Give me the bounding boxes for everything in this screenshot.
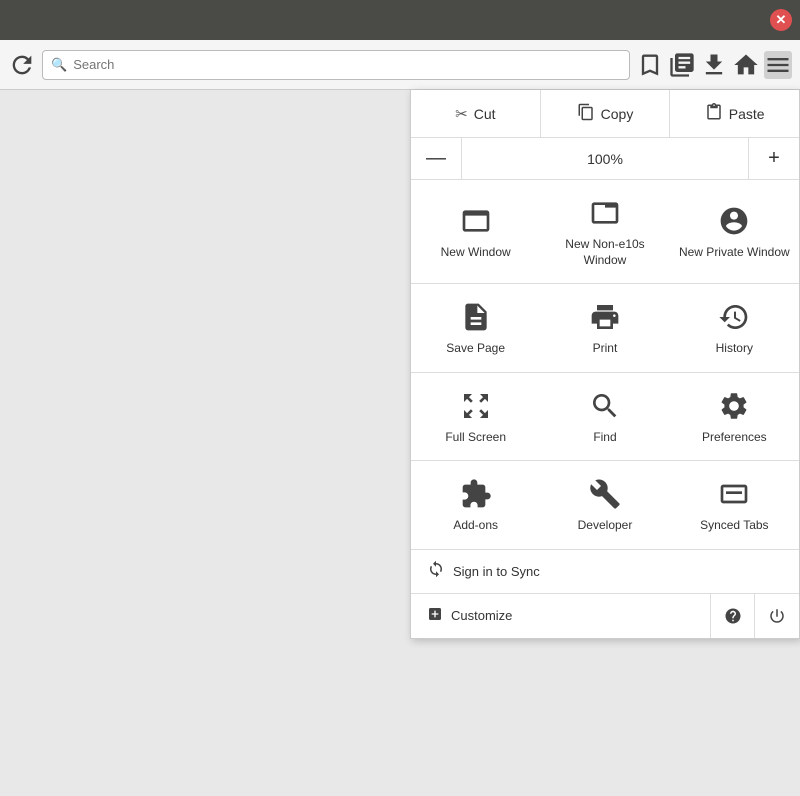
new-window-button[interactable]: New Window — [411, 180, 540, 283]
find-icon — [587, 388, 623, 424]
cut-label: Cut — [474, 106, 496, 122]
preferences-label: Preferences — [702, 430, 767, 446]
title-bar: ✕ — [0, 0, 800, 40]
zoom-in-button[interactable]: + — [749, 138, 799, 179]
copy-button[interactable]: Copy — [540, 90, 670, 137]
menu-grid-row3: Full Screen Find Preferences — [411, 373, 799, 462]
copy-icon — [577, 103, 595, 125]
synced-tabs-icon — [716, 476, 752, 512]
bookmark-button[interactable] — [636, 51, 664, 79]
paste-label: Paste — [729, 106, 765, 122]
developer-label: Developer — [578, 518, 633, 534]
sync-icon — [427, 560, 445, 583]
search-bar[interactable]: 🔍 — [42, 50, 630, 80]
add-ons-button[interactable]: Add-ons — [411, 461, 540, 549]
find-button[interactable]: Find — [540, 373, 669, 461]
full-screen-label: Full Screen — [445, 430, 506, 446]
sync-row[interactable]: Sign in to Sync — [411, 550, 799, 594]
zoom-row: — 100% + — [411, 138, 799, 180]
cut-button[interactable]: ✂ Cut — [411, 90, 540, 137]
cut-icon: ✂ — [455, 105, 468, 123]
print-label: Print — [593, 341, 618, 357]
search-icon: 🔍 — [51, 57, 67, 73]
reload-button[interactable] — [8, 51, 36, 79]
preferences-icon — [716, 388, 752, 424]
save-page-button[interactable]: Save Page — [411, 284, 540, 372]
new-window-icon — [458, 203, 494, 239]
menu-grid-row4: Add-ons Developer Syn — [411, 461, 799, 550]
print-button[interactable]: Print — [540, 284, 669, 372]
main-content: ✂ Cut Copy Paste — [0, 90, 800, 796]
paste-button[interactable]: Paste — [669, 90, 799, 137]
download-button[interactable] — [700, 51, 728, 79]
save-page-label: Save Page — [446, 341, 505, 357]
new-window-label: New Window — [441, 245, 511, 261]
paste-icon — [705, 103, 723, 125]
customize-icon — [427, 606, 443, 626]
nav-icons — [636, 51, 792, 79]
add-ons-icon — [458, 476, 494, 512]
reading-list-button[interactable] — [668, 51, 696, 79]
sync-label: Sign in to Sync — [453, 564, 540, 579]
new-non-e10s-window-label: New Non-e10s Window — [549, 237, 660, 268]
menu-grid-row1: New Window New Non-e10s Window New — [411, 180, 799, 284]
close-button[interactable]: ✕ — [770, 9, 792, 31]
menu-grid-row2: Save Page Print History — [411, 284, 799, 373]
dropdown-menu: ✂ Cut Copy Paste — [410, 90, 800, 639]
history-button[interactable]: History — [670, 284, 799, 372]
history-label: History — [716, 341, 753, 357]
full-screen-icon — [458, 388, 494, 424]
menu-button[interactable] — [764, 51, 792, 79]
edit-row: ✂ Cut Copy Paste — [411, 90, 799, 138]
new-non-e10s-window-icon — [587, 195, 623, 231]
synced-tabs-button[interactable]: Synced Tabs — [670, 461, 799, 549]
customize-label: Customize — [451, 608, 512, 623]
new-non-e10s-window-button[interactable]: New Non-e10s Window — [540, 180, 669, 283]
new-private-window-label: New Private Window — [679, 245, 790, 261]
preferences-button[interactable]: Preferences — [670, 373, 799, 461]
home-button[interactable] — [732, 51, 760, 79]
zoom-value: 100% — [461, 138, 749, 179]
search-input[interactable] — [73, 57, 621, 72]
save-page-icon — [458, 299, 494, 335]
copy-label: Copy — [601, 106, 634, 122]
new-private-window-button[interactable]: New Private Window — [670, 180, 799, 283]
nav-bar: 🔍 — [0, 40, 800, 90]
developer-icon — [587, 476, 623, 512]
history-icon — [716, 299, 752, 335]
print-icon — [587, 299, 623, 335]
help-button[interactable] — [711, 594, 755, 638]
customize-button[interactable]: Customize — [411, 594, 711, 638]
full-screen-button[interactable]: Full Screen — [411, 373, 540, 461]
new-private-window-icon — [716, 203, 752, 239]
developer-button[interactable]: Developer — [540, 461, 669, 549]
customize-row: Customize — [411, 594, 799, 638]
synced-tabs-label: Synced Tabs — [700, 518, 769, 534]
add-ons-label: Add-ons — [453, 518, 498, 534]
zoom-out-button[interactable]: — — [411, 138, 461, 179]
find-label: Find — [593, 430, 616, 446]
power-button[interactable] — [755, 594, 799, 638]
